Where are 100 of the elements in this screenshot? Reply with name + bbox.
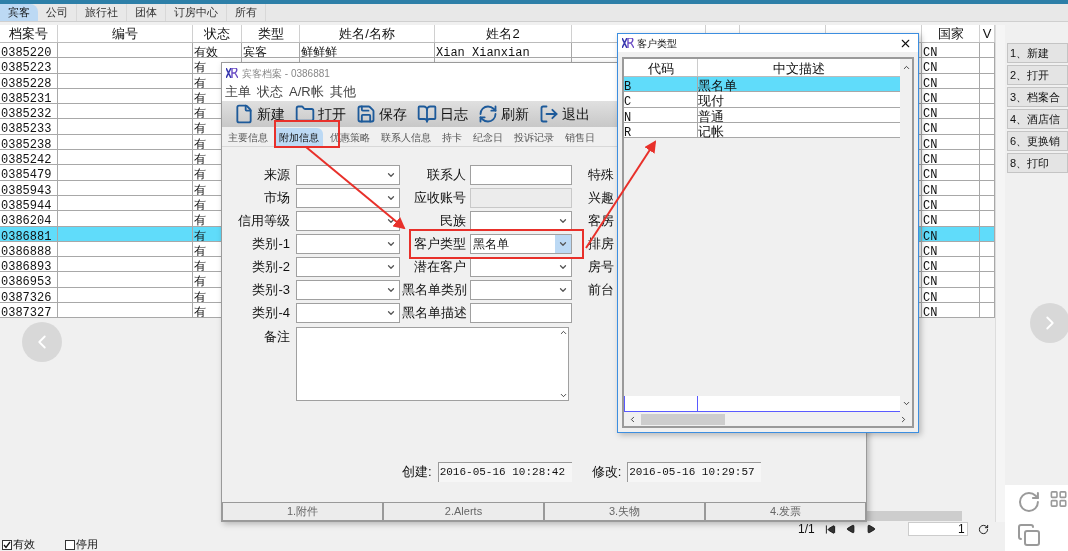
bottom-tab-button[interactable]: 4.发票: [705, 502, 866, 521]
documents-icon[interactable]: [1017, 523, 1041, 547]
field-label: 黑名单描述: [402, 304, 466, 323]
category-tab[interactable]: 团体: [127, 4, 166, 21]
category-tab[interactable]: 宾客: [0, 4, 38, 21]
menu-item[interactable]: 其他: [329, 82, 356, 102]
side-button[interactable]: 3、档案合: [1007, 87, 1068, 107]
category-tab[interactable]: 订房中心: [166, 4, 227, 21]
scroll-up-icon[interactable]: [901, 63, 911, 72]
side-button[interactable]: 6、更换销: [1007, 131, 1068, 151]
side-button[interactable]: 4、酒店信: [1007, 109, 1068, 129]
dialog-tab[interactable]: 销售日: [561, 128, 599, 146]
table-cell: CN: [922, 46, 938, 58]
column-header: 姓名2: [435, 25, 572, 42]
toolbar-button[interactable]: 退出: [539, 103, 590, 125]
first-page-icon[interactable]: [824, 523, 836, 535]
table-cell: 有: [193, 183, 206, 195]
field-label: 备注: [263, 328, 290, 346]
table-cell: 0385233: [0, 122, 52, 134]
menu-item[interactable]: A/R帐: [289, 82, 324, 102]
bottom-tab-button[interactable]: 2.Alerts: [383, 502, 544, 521]
page-field[interactable]: 1: [907, 522, 968, 536]
created-field: 2016-05-16 10:28:42: [437, 462, 572, 482]
table-cell: CN: [922, 306, 938, 318]
dropdown-field[interactable]: [296, 165, 400, 185]
dialog-tab[interactable]: 联系人信息: [377, 128, 435, 146]
checkbox[interactable]: [65, 539, 75, 550]
next-page-icon[interactable]: [865, 524, 876, 534]
document-icon: [234, 104, 254, 124]
scrollbar-thumb[interactable]: [866, 511, 962, 521]
table-cell: CN: [922, 275, 938, 287]
dropdown-field[interactable]: [296, 188, 400, 208]
table-cell: CN: [922, 290, 938, 303]
text-field[interactable]: [470, 165, 572, 185]
table-cell: 有: [193, 198, 206, 211]
table-cell: CN: [922, 214, 938, 226]
dialog-tab[interactable]: 持卡: [438, 128, 466, 146]
side-button[interactable]: 2、打开: [1007, 65, 1068, 85]
highlight-frame: [274, 120, 340, 148]
dialog-tab[interactable]: 纪念日: [469, 128, 507, 146]
blank-row[interactable]: [624, 396, 900, 412]
scroll-right-icon[interactable]: [899, 414, 908, 424]
dropdown-field[interactable]: [470, 280, 572, 300]
table-cell: 有: [193, 137, 206, 150]
table-cell: CN: [922, 153, 938, 165]
book-icon: [417, 104, 437, 124]
toolbar-button[interactable]: 日志: [417, 103, 468, 125]
dialog-tab[interactable]: 附加信息: [275, 128, 323, 146]
checkbox[interactable]: [2, 539, 12, 550]
table-cell: C: [624, 95, 632, 110]
menu-item[interactable]: 主单: [225, 82, 251, 102]
dropdown-field[interactable]: [296, 211, 400, 231]
table-cell: 有效: [193, 46, 218, 58]
dropdown-field[interactable]: [296, 234, 400, 254]
exit-icon: [539, 104, 559, 124]
table-cell: 0386204: [0, 214, 52, 226]
scrollbar-thumb[interactable]: [641, 413, 725, 425]
bottom-tab-button[interactable]: 3.失物: [544, 502, 705, 521]
scroll-left-icon[interactable]: [628, 414, 637, 424]
field-label: 前台: [588, 281, 614, 300]
toolbar-button[interactable]: 刷新: [478, 103, 529, 125]
table-cell: CN: [922, 122, 938, 134]
remarks-field[interactable]: [296, 327, 569, 401]
menu-item[interactable]: 状态: [257, 82, 283, 102]
category-tab[interactable]: 公司: [38, 4, 77, 21]
scroll-down-icon[interactable]: [901, 399, 911, 408]
scroll-up-icon[interactable]: [559, 328, 568, 337]
dropdown-field[interactable]: [470, 211, 572, 231]
field-label: 民族: [439, 212, 466, 231]
column-header: 姓名/名称: [300, 25, 435, 42]
toolbar-button[interactable]: 新建: [234, 103, 285, 125]
dropdown-field[interactable]: [470, 257, 572, 277]
column-header: 类型: [242, 25, 300, 42]
table-row[interactable]: B 黑名单: [624, 77, 900, 93]
toolbar-button[interactable]: 保存: [356, 103, 407, 125]
field-label: 市场: [263, 189, 290, 208]
dropdown-field[interactable]: 黑名单: [470, 234, 572, 254]
category-tab[interactable]: 所有: [227, 4, 266, 21]
dialog-tab[interactable]: 主要信息: [224, 128, 272, 146]
table-row[interactable]: C 现付: [624, 92, 900, 108]
side-button[interactable]: 1、新建: [1007, 43, 1068, 63]
text-field[interactable]: [470, 303, 572, 323]
previous-page-icon[interactable]: [845, 524, 856, 534]
table-cell: CN: [922, 260, 938, 272]
table-cell: 0386953: [0, 275, 52, 287]
dropdown-field[interactable]: [296, 303, 400, 323]
category-tab[interactable]: 旅行社: [77, 4, 127, 21]
scroll-down-icon[interactable]: [559, 391, 568, 400]
column-header: 状态: [193, 25, 242, 42]
refresh-icon[interactable]: [977, 523, 989, 535]
vertical-scrollbar[interactable]: [995, 25, 1005, 522]
dropdown-field[interactable]: [296, 257, 400, 277]
bottom-tab-button[interactable]: 1.附件: [222, 502, 383, 521]
dialog-tab[interactable]: 投诉记录: [510, 128, 558, 146]
field-label: 黑名单类别: [402, 281, 466, 300]
side-button[interactable]: 8、打印: [1007, 153, 1068, 173]
field-label: 潜在客户: [413, 258, 466, 277]
dropdown-field[interactable]: [296, 280, 400, 300]
table-cell: R: [624, 125, 632, 140]
table-cell: N: [624, 110, 632, 125]
